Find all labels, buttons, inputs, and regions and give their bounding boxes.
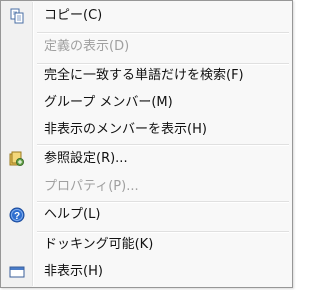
menu-item-label: 参照設定(R)...: [44, 151, 128, 166]
menu-item-dockable[interactable]: ドッキング可能(K): [3, 233, 290, 257]
menu-item-references[interactable]: 参照設定(R)...: [3, 147, 290, 171]
svg-text:?: ?: [14, 211, 20, 222]
menu-item-label: ヘルプ(L): [44, 207, 101, 222]
help-icon: ?: [9, 207, 25, 223]
menu-separator: [37, 144, 289, 146]
menu-item-find-whole-word[interactable]: 完全に一致する単語だけを検索(F): [3, 64, 290, 88]
menu-item-label: 定義の表示(D): [44, 39, 130, 54]
copy-icon: [9, 8, 25, 24]
menu-item-help[interactable]: ? ヘルプ(L): [3, 203, 290, 227]
reference-settings-icon: [9, 151, 25, 167]
context-menu: コピー(C) 定義の表示(D) 完全に一致する単語だけを検索(F) グループ メ…: [0, 0, 293, 288]
menu-item-label: 非表示(H): [44, 264, 103, 279]
menu-item-go-to-definition: 定義の表示(D): [3, 35, 290, 59]
menu-item-label: 非表示のメンバーを表示(H): [44, 122, 207, 137]
menu-item-label: プロパティ(P)...: [44, 179, 139, 194]
menu-item-label: 完全に一致する単語だけを検索(F): [44, 68, 244, 83]
menu-item-copy[interactable]: コピー(C): [3, 4, 290, 28]
menu-item-properties: プロパティ(P)...: [3, 175, 290, 199]
menu-separator: [37, 201, 289, 203]
menu-separator: [37, 32, 289, 34]
menu-item-label: ドッキング可能(K): [44, 237, 154, 252]
menu-item-label: コピー(C): [44, 8, 103, 23]
menu-item-show-hidden-members[interactable]: 非表示のメンバーを表示(H): [3, 118, 290, 142]
menu-item-label: グループ メンバー(M): [44, 95, 173, 110]
menu-item-hide[interactable]: 非表示(H): [3, 260, 290, 284]
menu-separator: [37, 231, 289, 233]
window-hide-icon: [9, 264, 25, 280]
menu-item-group-members[interactable]: グループ メンバー(M): [3, 91, 290, 115]
